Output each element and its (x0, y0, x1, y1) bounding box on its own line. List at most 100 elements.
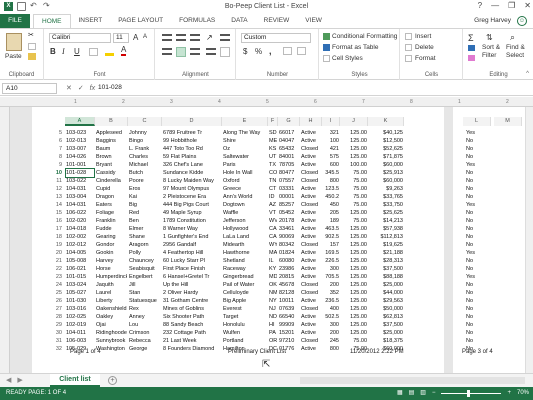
cell-st[interactable]: KY (269, 265, 277, 273)
tab-page-layout[interactable]: PAGE LAYOUT (110, 14, 171, 29)
cell-city[interactable]: Jefferson (223, 217, 267, 225)
cell-hours[interactable]: 205 (323, 209, 339, 217)
cell-st[interactable]: NM (269, 289, 277, 297)
row-header[interactable]: 11 (37, 177, 65, 185)
cell-last[interactable]: Gearing (96, 233, 127, 241)
column-header-c[interactable]: C (128, 117, 162, 126)
cell-status[interactable]: Active (301, 345, 321, 353)
top-align-icon[interactable] (162, 34, 172, 41)
cell-flag[interactable]: No (466, 289, 490, 297)
cell-flag[interactable]: No (466, 145, 490, 153)
cell-last[interactable]: Harvey (96, 257, 127, 265)
format-painter-icon[interactable] (28, 53, 36, 60)
cell-id[interactable]: 104-011 (66, 329, 94, 337)
orientation-icon[interactable]: ↗ (206, 34, 216, 44)
cell-st[interactable]: HI (269, 321, 277, 329)
column-header-f[interactable]: F (268, 117, 278, 126)
cell-rate[interactable]: 125.00 (341, 289, 367, 297)
restore-button[interactable]: ❐ (508, 1, 515, 10)
autosum-icon[interactable]: Σ (468, 33, 474, 43)
column-header-j[interactable]: J (340, 117, 368, 126)
cell-rate[interactable]: 75.00 (341, 193, 367, 201)
cell-id[interactable]: 103-022 (66, 177, 94, 185)
column-header-m[interactable]: M (494, 117, 522, 126)
cell-zip[interactable]: 90069 (279, 233, 299, 241)
cell-status[interactable]: Active (301, 265, 321, 273)
cell-city[interactable]: Big Apple (223, 297, 267, 305)
column-header-e[interactable]: E (222, 117, 268, 126)
cell-flag[interactable]: No (466, 329, 490, 337)
cell-st[interactable]: ID (269, 193, 277, 201)
cell-zip[interactable]: 99909 (279, 321, 299, 329)
cell-flag[interactable]: Yes (466, 201, 490, 209)
cell-last[interactable]: Ojai (96, 321, 127, 329)
cell-hours[interactable]: 169.5 (323, 249, 339, 257)
column-header-h[interactable]: H (300, 117, 322, 126)
bottom-align-icon[interactable] (190, 34, 200, 41)
row-header[interactable]: 18 (37, 233, 65, 241)
cell-status[interactable]: Active (301, 273, 321, 281)
cell-flag[interactable]: No (466, 169, 490, 177)
cell-zip[interactable]: 82128 (279, 289, 299, 297)
cell-rate[interactable]: 125.00 (341, 305, 367, 313)
cell-flag[interactable]: No (466, 241, 490, 249)
cell-first[interactable]: Stan (129, 289, 161, 297)
cell-first[interactable]: Red (129, 209, 161, 217)
cell-city[interactable]: Hole In Wall (223, 169, 267, 177)
page-break-view-icon[interactable]: ▥ (420, 387, 426, 400)
cell-total[interactable]: $12,500 (369, 137, 403, 145)
cell-total[interactable]: $60,000 (369, 177, 403, 185)
column-header-a[interactable]: A (65, 117, 95, 126)
cell-total[interactable]: $88,188 (369, 273, 403, 281)
cell-city[interactable]: Pail of Water (223, 281, 267, 289)
cell-styles-button[interactable]: Cell Styles (332, 55, 363, 62)
cell-city[interactable]: Waffle (223, 209, 267, 217)
cell-st[interactable]: VT (269, 209, 277, 217)
cell-status[interactable]: Active (301, 153, 321, 161)
cell-total[interactable]: $112,813 (369, 233, 403, 241)
cell-status[interactable]: Active (301, 321, 321, 329)
tab-home[interactable]: HOME (33, 14, 71, 29)
row-header[interactable]: 22 (37, 265, 65, 273)
zoom-level[interactable]: 70% (517, 387, 529, 400)
bold-button[interactable]: B (50, 47, 56, 56)
cell-street[interactable]: 49 Maple Syrup (163, 209, 221, 217)
cell-city[interactable]: Oz (223, 145, 267, 153)
insert-function-icon[interactable]: fx (90, 85, 95, 92)
cell-id[interactable]: 101-028 (65, 168, 95, 178)
cell-total[interactable]: $57,938 (369, 225, 403, 233)
cell-last[interactable]: Humperdinck (96, 273, 127, 281)
cell-status[interactable]: Closed (301, 177, 321, 185)
cell-st[interactable]: NJ (269, 305, 277, 313)
cell-total[interactable]: $40,125 (369, 129, 403, 137)
cell-last[interactable]: Baggins (96, 137, 127, 145)
cell-total[interactable]: $19,625 (369, 241, 403, 249)
row-header[interactable]: 10 (37, 169, 65, 177)
cell-street[interactable]: 21 Last Week (163, 337, 221, 345)
cell-status[interactable]: Active (301, 297, 321, 305)
cell-first[interactable]: Bingo (129, 137, 161, 145)
italic-button[interactable]: I (62, 47, 65, 56)
column-header-i[interactable]: I (322, 117, 340, 126)
cell-hours[interactable]: 245 (323, 337, 339, 345)
cell-id[interactable]: 104-026 (66, 153, 94, 161)
cell-rate[interactable]: 125.00 (341, 225, 367, 233)
font-color-icon[interactable]: A (121, 46, 127, 56)
paste-button[interactable]: Paste (5, 53, 22, 60)
cell-total[interactable]: $28,313 (369, 257, 403, 265)
cell-first[interactable]: George (129, 345, 161, 353)
cell-flag[interactable]: No (466, 265, 490, 273)
cell-status[interactable]: Active (301, 257, 321, 265)
user-name[interactable]: Greg Harvey (474, 17, 511, 24)
cell-id[interactable]: 102-002 (66, 233, 94, 241)
cell-id[interactable]: 104-031 (66, 201, 94, 209)
cell-st[interactable]: ME (269, 137, 277, 145)
cell-first[interactable]: Anney (129, 313, 161, 321)
cell-street[interactable]: 2956 Gandalf (163, 241, 221, 249)
cell-rate[interactable]: 125.00 (341, 153, 367, 161)
cell-rate[interactable]: 75.00 (341, 185, 367, 193)
cell-hours[interactable]: 575 (323, 153, 339, 161)
cell-id[interactable]: 101-001 (66, 161, 94, 169)
underline-button[interactable]: U (74, 47, 80, 56)
cell-flag[interactable]: No (466, 137, 490, 145)
